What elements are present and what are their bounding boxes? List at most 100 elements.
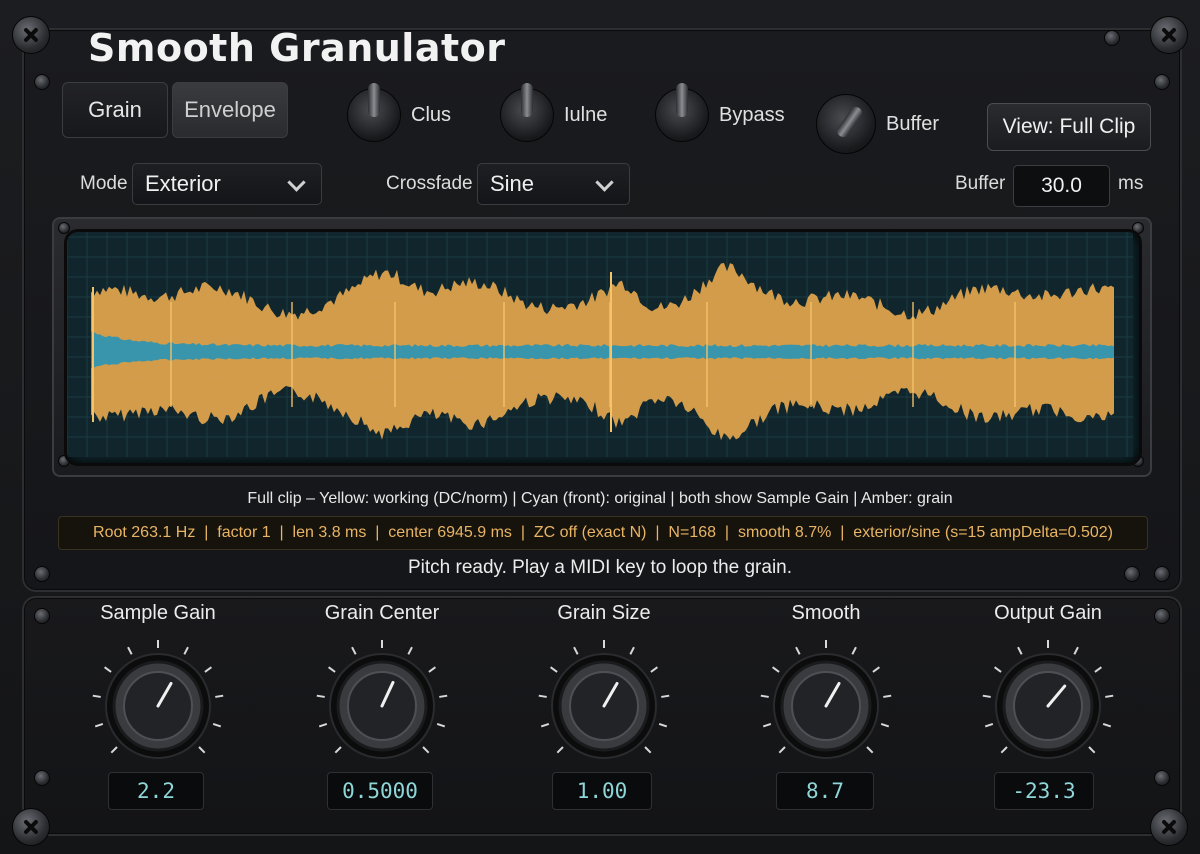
toggle-label: Bypass xyxy=(719,103,785,126)
knob-tick xyxy=(994,666,1002,673)
panel-screw-icon xyxy=(1154,74,1170,90)
knob-tick xyxy=(1017,646,1023,655)
knob-tick xyxy=(556,746,564,754)
knob-label: Grain Center xyxy=(324,602,440,624)
knob-tick xyxy=(351,646,357,655)
toggle-buffer[interactable]: Buffer xyxy=(816,94,939,154)
chevron-down-icon xyxy=(595,173,614,192)
knob-tick xyxy=(428,666,436,673)
knob-dial-icon[interactable] xyxy=(88,640,228,770)
buffer-unit: ms xyxy=(1118,173,1144,194)
toggle-iulne[interactable]: Iulne xyxy=(500,83,608,142)
knob-readout[interactable]: 8.7 xyxy=(776,772,874,810)
knob-dial-icon[interactable] xyxy=(978,640,1118,770)
knob-tick xyxy=(984,722,994,728)
knob-tick xyxy=(183,646,189,655)
knob-tick xyxy=(1073,646,1079,655)
knob-tick xyxy=(650,666,658,673)
panel-screw-icon xyxy=(1104,30,1120,46)
knob-tick xyxy=(629,646,635,655)
knob-tick xyxy=(198,746,206,754)
knob-label: Sample Gain xyxy=(100,602,216,624)
knob-output-gain: Output Gain -23.3 xyxy=(938,600,1158,815)
knob-tick xyxy=(880,722,890,728)
knob-tick xyxy=(127,646,133,655)
knob-smooth: Smooth 8.7 xyxy=(716,600,936,815)
knob-tick xyxy=(795,646,801,655)
knob-tick xyxy=(760,694,769,698)
knob-tick xyxy=(92,694,101,698)
toggle-label: Buffer xyxy=(886,112,939,135)
toggle-label: Clus xyxy=(411,103,452,126)
crossfade-select[interactable]: Sine xyxy=(477,163,630,205)
crossfade-label: Crossfade xyxy=(386,173,473,194)
knob-tick xyxy=(104,666,112,673)
view-full-clip-button[interactable]: View: Full Clip xyxy=(987,103,1151,151)
corner-screw-icon xyxy=(12,808,50,846)
knob-tick xyxy=(316,694,325,698)
knob-readout[interactable]: 0.5000 xyxy=(327,772,433,810)
knob-tick xyxy=(436,722,446,728)
corner-screw-icon xyxy=(12,16,50,54)
knob-label: Grain Size xyxy=(557,602,651,624)
knob-tick xyxy=(318,722,328,728)
knob-grain-center: Grain Center 0.5000 xyxy=(272,600,492,815)
buffer-input[interactable]: 30.0 xyxy=(1013,165,1110,207)
status-message: Pitch ready. Play a MIDI key to loop the… xyxy=(407,557,793,578)
knob-tick xyxy=(1000,746,1008,754)
knob-readout[interactable]: 1.00 xyxy=(552,772,652,810)
knob-tick xyxy=(1102,722,1112,728)
toggle-label: Iulne xyxy=(564,103,608,126)
knob-tick xyxy=(772,666,780,673)
knob-tick xyxy=(538,694,547,698)
toggle-clus[interactable]: Clus xyxy=(347,83,452,142)
grain-info-bar: Root 263.1 Hz | factor 1 | len 3.8 ms | … xyxy=(58,516,1148,550)
knob-tick xyxy=(1094,666,1102,673)
tab-grain[interactable]: Grain xyxy=(62,82,168,138)
knob-tick xyxy=(540,722,550,728)
toggle-switch-icon[interactable] xyxy=(347,83,401,142)
panel-screw-icon xyxy=(34,74,50,90)
toggle-switch-icon[interactable] xyxy=(816,94,876,154)
tab-envelope[interactable]: Envelope xyxy=(172,82,288,138)
toggle-switch-icon[interactable] xyxy=(655,83,709,142)
knob-dial-icon[interactable] xyxy=(756,640,896,770)
mode-label: Mode xyxy=(80,173,128,194)
app-title: Smooth Granulator xyxy=(88,26,506,70)
knob-tick xyxy=(661,694,670,698)
tab-label: Envelope xyxy=(184,97,276,122)
knob-grain-size: Grain Size 1.00 xyxy=(494,600,714,815)
knob-tick xyxy=(982,694,991,698)
corner-screw-icon xyxy=(1150,16,1188,54)
toggle-bypass[interactable]: Bypass xyxy=(655,83,785,142)
knob-tick xyxy=(550,666,558,673)
knob-tick xyxy=(212,722,222,728)
chevron-down-icon xyxy=(287,173,306,192)
knob-tick xyxy=(644,746,652,754)
knob-tick xyxy=(1088,746,1096,754)
knob-dial-icon[interactable] xyxy=(312,640,452,770)
waveform-canvas[interactable] xyxy=(67,232,1133,457)
knob-tick xyxy=(94,722,104,728)
buffer-label: Buffer xyxy=(955,173,1006,194)
toggle-switch-icon[interactable] xyxy=(500,83,554,142)
mode-select[interactable]: Exterior xyxy=(132,163,322,205)
mode-value: Exterior xyxy=(145,171,221,196)
knob-tick xyxy=(439,694,448,698)
knob-readout[interactable]: 2.2 xyxy=(108,772,204,810)
knob-tick xyxy=(204,666,212,673)
knob-dial-icon[interactable] xyxy=(534,640,674,770)
knob-tick xyxy=(407,646,413,655)
knob-sample-gain: Sample Gain 2.2 xyxy=(48,600,268,815)
waveform-display[interactable] xyxy=(64,229,1142,466)
knob-label: Smooth xyxy=(791,602,861,624)
knob-tick xyxy=(872,666,880,673)
knob-readout[interactable]: -23.3 xyxy=(994,772,1094,810)
tab-label: Grain xyxy=(88,97,142,122)
knob-tick xyxy=(762,722,772,728)
knob-tick xyxy=(866,746,874,754)
knob-tick xyxy=(110,746,118,754)
crossfade-value: Sine xyxy=(490,171,535,196)
knob-tick xyxy=(422,746,430,754)
knob-tick xyxy=(328,666,336,673)
